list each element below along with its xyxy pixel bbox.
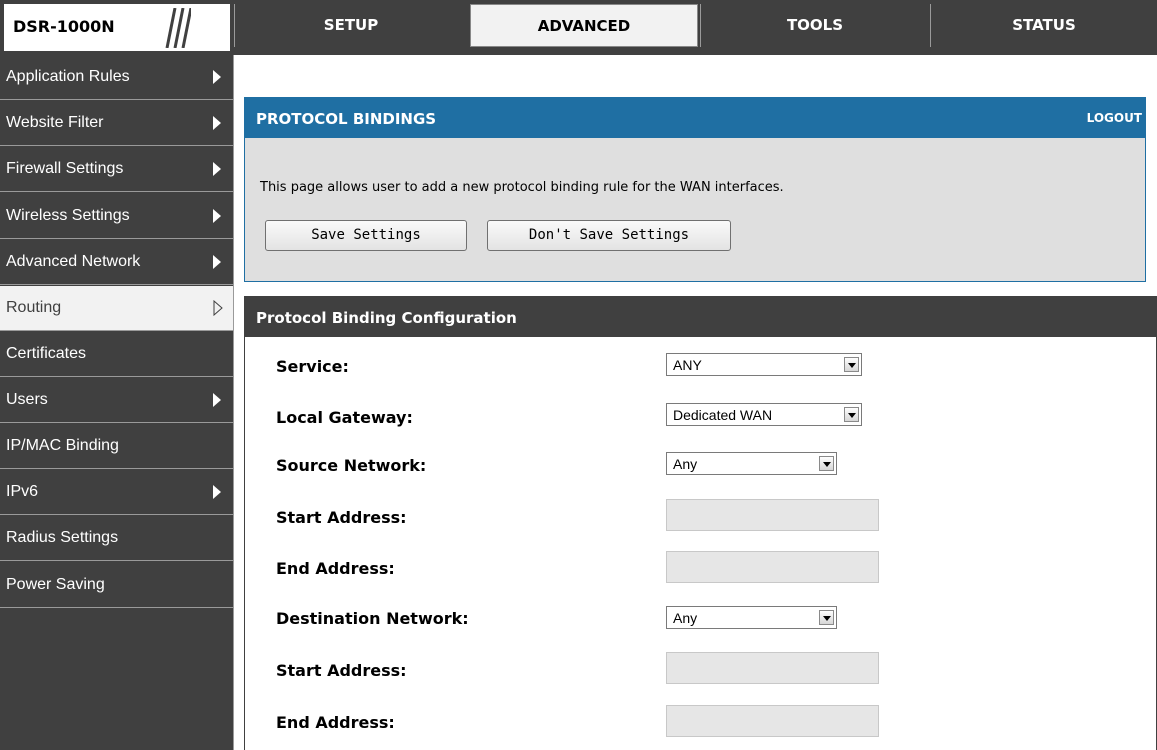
protocol-bindings-panel: PROTOCOL BINDINGS LOGOUT This page allow… — [244, 97, 1146, 282]
save-settings-button[interactable]: Save Settings — [265, 220, 467, 251]
panel-header: PROTOCOL BINDINGS LOGOUT — [245, 98, 1145, 138]
sidebar-item-label: Users — [6, 391, 48, 408]
arrow-right-outline-icon — [213, 300, 223, 316]
destination-end-address-field — [666, 705, 879, 737]
destination-start-address-label: Start Address: — [276, 661, 407, 680]
protocol-binding-configuration-panel: Protocol Binding Configuration Service: … — [244, 296, 1157, 750]
top-navigation-bar: DSR-1000N SETUP ADVANCED TOOLS STATUS — [0, 0, 1157, 55]
chevron-down-icon — [819, 456, 834, 471]
arrow-right-icon — [213, 162, 221, 176]
logo-slashes-icon — [165, 8, 191, 48]
dont-save-settings-button[interactable]: Don't Save Settings — [487, 220, 731, 251]
tab-setup[interactable]: SETUP — [235, 4, 467, 47]
arrow-right-icon — [213, 255, 221, 269]
arrow-right-icon — [213, 485, 221, 499]
model-name: DSR-1000N — [13, 17, 115, 36]
model-logo-box: DSR-1000N — [4, 4, 230, 51]
local-gateway-value: Dedicated WAN — [673, 407, 773, 423]
sidebar-item-website-filter[interactable]: Website Filter — [0, 101, 233, 146]
sidebar-item-label: Certificates — [6, 345, 87, 362]
tab-tools[interactable]: TOOLS — [701, 4, 929, 47]
source-network-select[interactable]: Any — [666, 452, 837, 475]
destination-network-label: Destination Network: — [276, 609, 469, 628]
sidebar-item-certificates[interactable]: Certificates — [0, 332, 233, 377]
logout-link[interactable]: LOGOUT — [1087, 111, 1142, 125]
destination-network-value: Any — [673, 610, 698, 626]
tab-advanced[interactable]: ADVANCED — [470, 4, 698, 47]
source-end-address-label: End Address: — [276, 559, 395, 578]
destination-start-address-field — [666, 652, 879, 684]
source-end-address-field — [666, 551, 879, 583]
destination-end-address-label: End Address: — [276, 713, 395, 732]
sidebar-item-label: Firewall Settings — [6, 160, 124, 177]
arrow-right-icon — [213, 70, 221, 84]
arrow-right-icon — [213, 116, 221, 130]
page-title: PROTOCOL BINDINGS — [256, 110, 437, 128]
source-start-address-field — [666, 499, 879, 531]
service-value: ANY — [673, 357, 702, 373]
sidebar-item-application-rules[interactable]: Application Rules — [0, 55, 233, 100]
sidebar-item-advanced-network[interactable]: Advanced Network — [0, 240, 233, 285]
source-network-label: Source Network: — [276, 456, 427, 475]
service-select[interactable]: ANY — [666, 353, 862, 376]
arrow-right-icon — [213, 209, 221, 223]
panel-header: Protocol Binding Configuration — [245, 297, 1156, 337]
chevron-down-icon — [844, 407, 859, 422]
chevron-down-icon — [819, 610, 834, 625]
sidebar-item-label: IPv6 — [6, 483, 39, 500]
tab-status[interactable]: STATUS — [931, 4, 1157, 47]
section-title: Protocol Binding Configuration — [256, 309, 517, 327]
destination-network-select[interactable]: Any — [666, 606, 837, 629]
sidebar-item-radius-settings[interactable]: Radius Settings — [0, 516, 233, 561]
sidebar-item-label: Wireless Settings — [6, 207, 130, 224]
page-description: This page allows user to add a new proto… — [260, 180, 784, 195]
service-label: Service: — [276, 357, 349, 376]
sidebar-item-label: Application Rules — [6, 68, 130, 85]
local-gateway-label: Local Gateway: — [276, 408, 413, 427]
sidebar-item-routing[interactable]: Routing — [0, 286, 233, 331]
sidebar-item-wireless-settings[interactable]: Wireless Settings — [0, 194, 233, 239]
sidebar-item-power-saving[interactable]: Power Saving — [0, 563, 233, 608]
sidebar-item-label: Website Filter — [6, 114, 104, 131]
chevron-down-icon — [844, 357, 859, 372]
sidebar-item-label: Power Saving — [6, 576, 105, 593]
source-start-address-label: Start Address: — [276, 508, 407, 527]
sidebar-item-firewall-settings[interactable]: Firewall Settings — [0, 147, 233, 192]
sidebar-item-label: IP/MAC Binding — [6, 437, 119, 454]
sidebar: Application Rules Website Filter Firewal… — [0, 55, 234, 750]
sidebar-item-ip-mac-binding[interactable]: IP/MAC Binding — [0, 424, 233, 469]
source-network-value: Any — [673, 456, 698, 472]
sidebar-item-label: Radius Settings — [6, 529, 119, 546]
sidebar-item-label: Routing — [6, 299, 62, 316]
local-gateway-select[interactable]: Dedicated WAN — [666, 403, 862, 426]
sidebar-item-label: Advanced Network — [6, 253, 141, 270]
sidebar-item-users[interactable]: Users — [0, 378, 233, 423]
sidebar-item-ipv6[interactable]: IPv6 — [0, 470, 233, 515]
arrow-right-icon — [213, 393, 221, 407]
